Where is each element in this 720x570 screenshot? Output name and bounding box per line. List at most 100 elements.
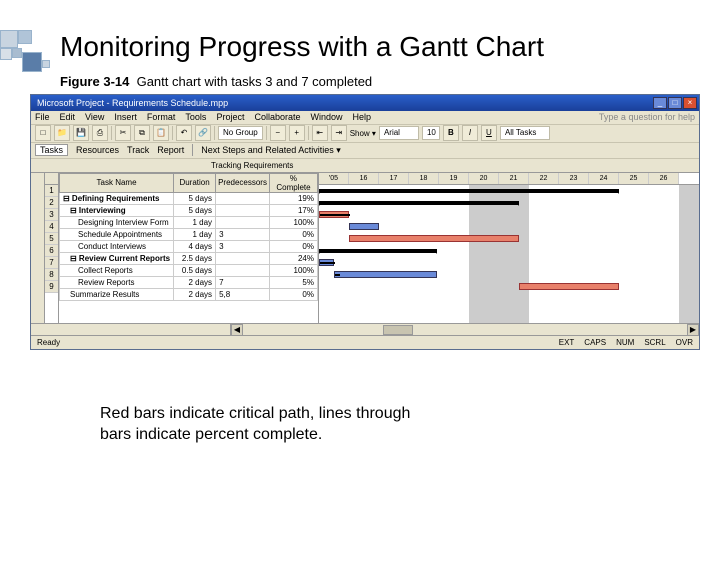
pred-cell[interactable]: 5,8 [216,288,270,300]
pred-cell[interactable] [216,204,270,216]
task-name-cell[interactable]: Conduct Interviews [60,240,174,252]
tab-resources[interactable]: Resources [76,145,119,155]
pct-cell[interactable]: 24% [269,252,317,264]
menu-view[interactable]: View [85,112,104,122]
critical-task-bar[interactable] [349,235,519,242]
critical-task-bar[interactable] [519,283,619,290]
print-icon[interactable]: ⎙ [92,125,108,141]
horizontal-scrollbar[interactable]: ◀ ▶ [31,323,699,335]
menu-project[interactable]: Project [216,112,244,122]
row-num[interactable]: 6 [45,245,58,257]
row-num[interactable]: 7 [45,257,58,269]
tab-tasks[interactable]: Tasks [35,144,68,156]
duration-cell[interactable]: 1 day [174,216,216,228]
indent-icon[interactable]: ⇥ [331,125,347,141]
task-name-cell[interactable]: Schedule Appointments [60,228,174,240]
gantt-chart[interactable]: '051617181920212223242526 [319,173,699,323]
duration-cell[interactable]: 2.5 days [174,252,216,264]
pred-cell[interactable] [216,264,270,276]
menu-help[interactable]: Help [353,112,372,122]
duration-cell[interactable]: 2 days [174,276,216,288]
menu-format[interactable]: Format [147,112,176,122]
maximize-button[interactable]: □ [668,97,682,109]
col-task[interactable]: Task Name [60,173,174,192]
pred-cell[interactable] [216,216,270,228]
close-button[interactable]: × [683,97,697,109]
summary-bar[interactable] [319,189,619,193]
task-bar[interactable] [349,223,379,230]
task-name-cell[interactable]: Summarize Results [60,288,174,300]
pct-cell[interactable]: 100% [269,264,317,276]
menu-insert[interactable]: Insert [114,112,137,122]
pct-cell[interactable]: 0% [269,240,317,252]
view-strip[interactable] [31,173,45,323]
link-icon[interactable]: 🔗 [195,125,211,141]
summary-bar[interactable] [319,201,519,205]
cut-icon[interactable]: ✂ [115,125,131,141]
summary-bar[interactable] [319,249,437,253]
duration-cell[interactable]: 1 day [174,228,216,240]
pct-cell[interactable]: 17% [269,204,317,216]
critical-task-bar[interactable] [319,211,349,218]
menu-file[interactable]: File [35,112,50,122]
task-bar[interactable] [334,271,437,278]
task-name-cell[interactable]: ⊟ Interviewing [60,204,174,216]
duration-cell[interactable]: 0.5 days [174,264,216,276]
scroll-thumb[interactable] [383,325,413,335]
pct-cell[interactable]: 5% [269,276,317,288]
pred-cell[interactable]: 3 [216,228,270,240]
zoom-in-icon[interactable]: + [289,125,305,141]
font-dropdown[interactable]: Arial [379,126,419,140]
duration-cell[interactable]: 2 days [174,288,216,300]
task-name-cell[interactable]: Collect Reports [60,264,174,276]
row-num[interactable]: 3 [45,209,58,221]
row-num[interactable]: 9 [45,281,58,293]
help-search[interactable]: Type a question for help [599,112,695,122]
related-dropdown[interactable]: Next Steps and Related Activities ▾ [201,145,341,156]
task-name-cell[interactable]: ⊟ Defining Requirements [60,192,174,204]
duration-cell[interactable]: 5 days [174,204,216,216]
menu-window[interactable]: Window [310,112,342,122]
task-bar[interactable] [319,259,334,266]
pred-cell[interactable] [216,192,270,204]
outdent-icon[interactable]: ⇤ [312,125,328,141]
bold-icon[interactable]: B [443,125,459,141]
size-dropdown[interactable]: 10 [422,126,440,140]
open-icon[interactable]: 📁 [54,125,70,141]
undo-icon[interactable]: ↶ [176,125,192,141]
filter-dropdown[interactable]: All Tasks [500,126,550,140]
row-num[interactable]: 4 [45,221,58,233]
col-duration[interactable]: Duration [174,173,216,192]
duration-cell[interactable]: 5 days [174,192,216,204]
pred-cell[interactable]: 7 [216,276,270,288]
group-dropdown[interactable]: No Group [218,126,263,140]
scroll-right-icon[interactable]: ▶ [687,324,699,336]
pct-cell[interactable]: 0% [269,288,317,300]
pred-cell[interactable] [216,252,270,264]
pct-cell[interactable]: 100% [269,216,317,228]
italic-icon[interactable]: I [462,125,478,141]
tab-track[interactable]: Track [127,145,149,155]
menu-tools[interactable]: Tools [185,112,206,122]
minimize-button[interactable]: _ [653,97,667,109]
tab-report[interactable]: Report [157,145,184,155]
duration-cell[interactable]: 4 days [174,240,216,252]
pct-cell[interactable]: 0% [269,228,317,240]
row-num[interactable]: 5 [45,233,58,245]
save-icon[interactable]: 💾 [73,125,89,141]
zoom-out-icon[interactable]: − [270,125,286,141]
row-num[interactable]: 2 [45,197,58,209]
pct-cell[interactable]: 19% [269,192,317,204]
show-dropdown[interactable]: Show ▾ [350,129,376,138]
pred-cell[interactable]: 3 [216,240,270,252]
task-name-cell[interactable]: ⊟ Review Current Reports [60,252,174,264]
new-icon[interactable]: □ [35,125,51,141]
menu-edit[interactable]: Edit [60,112,76,122]
row-num[interactable]: 8 [45,269,58,281]
paste-icon[interactable]: 📋 [153,125,169,141]
underline-icon[interactable]: U [481,125,497,141]
menu-collaborate[interactable]: Collaborate [254,112,300,122]
col-pred[interactable]: Predecessors [216,173,270,192]
task-name-cell[interactable]: Designing Interview Form [60,216,174,228]
copy-icon[interactable]: ⧉ [134,125,150,141]
